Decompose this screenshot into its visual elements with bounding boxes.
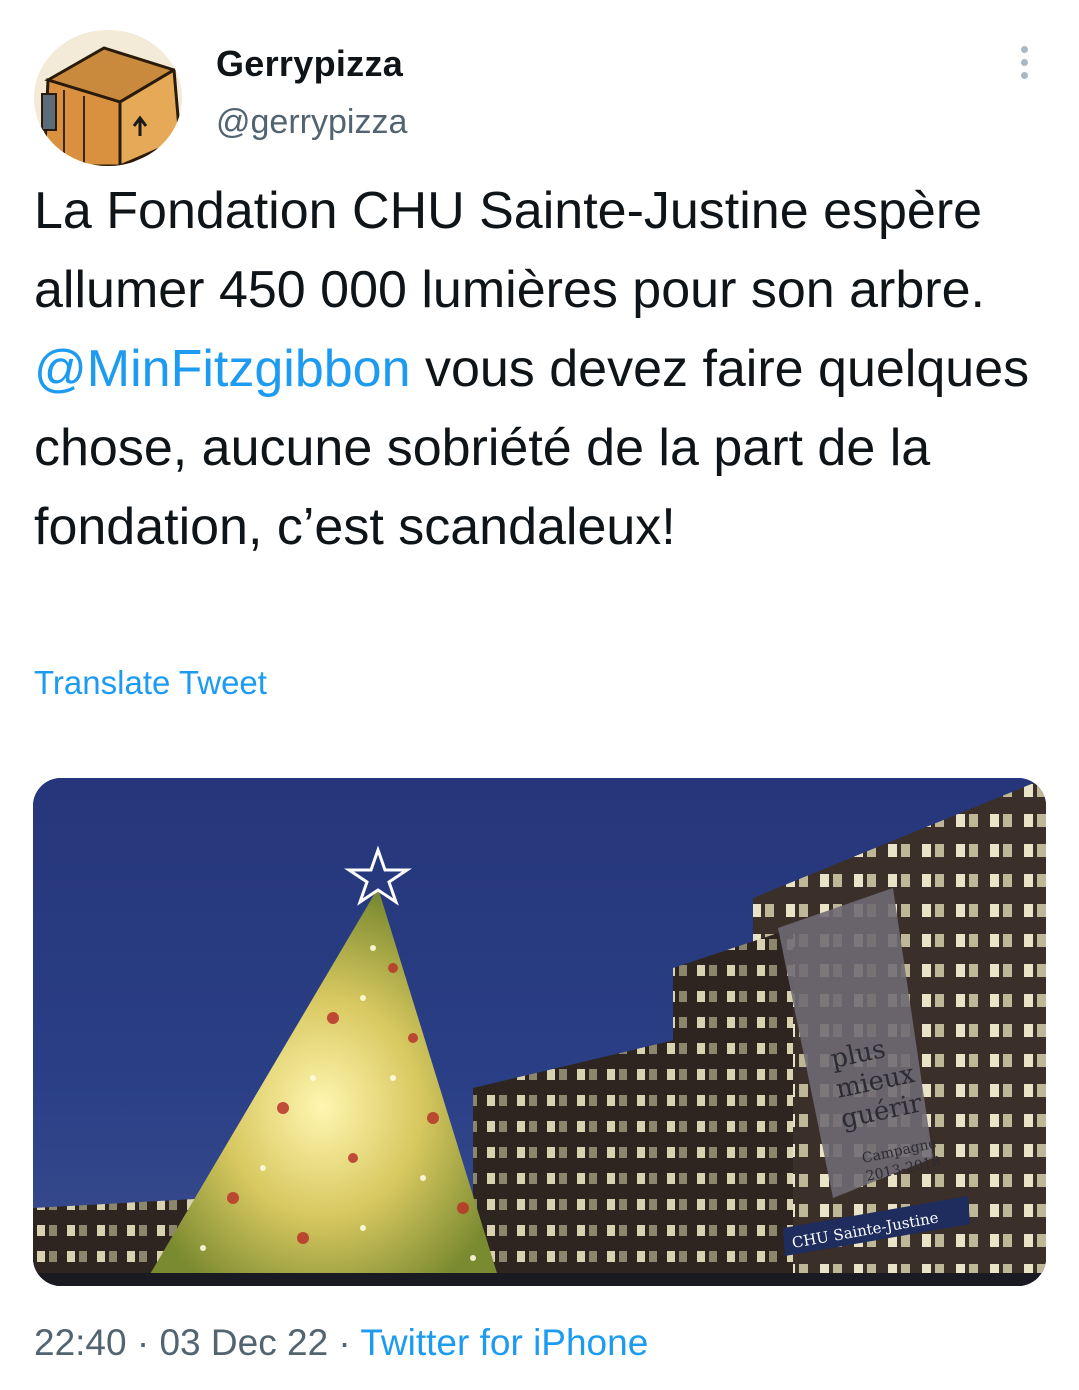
tweet-date[interactable]: 03 Dec 22: [159, 1322, 328, 1363]
more-dot-icon: [1020, 58, 1028, 66]
more-dot-icon: [1020, 45, 1028, 53]
meta-separator: ·: [328, 1322, 361, 1363]
tweet-source-link[interactable]: Twitter for iPhone: [360, 1322, 648, 1363]
christmas-tree-hospital-photo: plus mieux guérir Campagne 2013-2018 CHU…: [33, 778, 1046, 1286]
tweet: Gerrypizza @gerrypizza La Fondation CHU …: [0, 0, 1079, 1390]
tweet-time[interactable]: 22:40: [34, 1322, 127, 1363]
translate-tweet-link[interactable]: Translate Tweet: [34, 664, 267, 702]
display-name[interactable]: Gerrypizza: [216, 43, 403, 85]
more-dot-icon: [1020, 71, 1028, 79]
more-options-button[interactable]: [1004, 40, 1044, 84]
tweet-text: La Fondation CHU Sainte-Justine espère a…: [34, 172, 1064, 567]
tweet-photo[interactable]: plus mieux guérir Campagne 2013-2018 CHU…: [33, 778, 1046, 1286]
tweet-metadata: 22:40 · 03 Dec 22 · Twitter for iPhone: [34, 1322, 648, 1364]
handle[interactable]: @gerrypizza: [216, 103, 407, 142]
pizza-box-avatar-icon: [34, 30, 182, 166]
avatar[interactable]: [34, 30, 182, 166]
tweet-text-part1: La Fondation CHU Sainte-Justine espère a…: [34, 182, 985, 319]
mention-link[interactable]: @MinFitzgibbon: [34, 340, 411, 398]
meta-separator: ·: [126, 1322, 160, 1363]
